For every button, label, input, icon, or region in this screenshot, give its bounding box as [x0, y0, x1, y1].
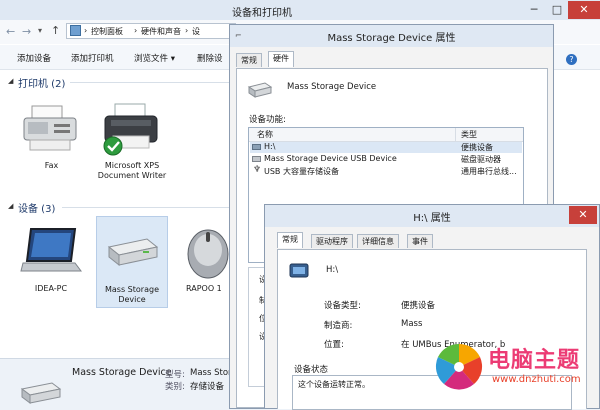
- minimize-button[interactable]: ─: [522, 1, 546, 19]
- props-titlebar: ⌐ Mass Storage Device 属性: [230, 25, 553, 47]
- details-drive-icon: [20, 382, 62, 404]
- functions-label: 设备功能:: [249, 115, 286, 125]
- props-tab-strip: 常规 硬件: [236, 51, 546, 69]
- storage-drive-icon: [107, 238, 159, 267]
- tab-events[interactable]: 事件: [407, 234, 433, 248]
- manufacturer-label: 制造商:: [324, 321, 353, 331]
- portable-device-icon: [289, 263, 309, 278]
- breadcrumb-sep-2: ›: [134, 26, 138, 35]
- xps-printer-device[interactable]: Microsoft XPS Document Writer: [92, 100, 172, 200]
- row-type: 磁盘驱动器: [461, 155, 501, 164]
- device-status-text: 这个设备运转正常。: [298, 380, 370, 389]
- fax-label: Fax: [44, 161, 59, 170]
- default-checkmark-icon: [103, 136, 123, 156]
- row-type: 通用串行总线...: [461, 167, 517, 176]
- add-device-button[interactable]: 添加设备: [17, 52, 51, 64]
- breadcrumb-sep-3: ›: [185, 26, 189, 35]
- details-category-label: 类别:: [165, 382, 185, 392]
- table-row[interactable]: Mass Storage Device USB Device 磁盘驱动器: [250, 154, 522, 165]
- explorer-titlebar: 设备和打印机 ─ □ ✕: [0, 0, 600, 20]
- row-name: USB 大容量存储设备: [264, 167, 339, 176]
- props-title: Mass Storage Device 属性: [327, 33, 456, 44]
- col-type-header[interactable]: 类型: [461, 129, 477, 140]
- idea-pc-device[interactable]: IDEA-PC: [14, 220, 88, 300]
- devices-header[interactable]: 设备 (3): [18, 200, 55, 215]
- breadcrumb-devices[interactable]: 设: [192, 26, 200, 37]
- device-status-label: 设备状态: [294, 365, 329, 375]
- watermark: 电脑主题 www.dnzhuti.com: [432, 338, 600, 409]
- functions-header-row: 名称 类型: [249, 128, 523, 142]
- details-category-value: 存储设备: [190, 382, 225, 392]
- forward-icon[interactable]: →: [22, 25, 31, 38]
- tab-general[interactable]: 常规: [277, 232, 303, 248]
- usb-icon: ♆: [253, 165, 262, 175]
- remove-device-button[interactable]: 删除设: [197, 52, 223, 64]
- row-name: Mass Storage Device USB Device: [264, 154, 397, 163]
- details-model-label: 型号:: [165, 370, 185, 380]
- mass-storage-label: Mass Storage Device: [105, 285, 159, 304]
- laptop-icon: [20, 228, 82, 272]
- add-printer-button[interactable]: 添加打印机: [71, 52, 114, 64]
- browse-files-button[interactable]: 浏览文件 ▾: [134, 52, 175, 64]
- fax-device[interactable]: Fax: [14, 100, 89, 180]
- breadcrumb-sep-1: ›: [84, 26, 88, 35]
- tab-details[interactable]: 详细信息: [357, 234, 399, 248]
- control-panel-icon: [70, 25, 81, 36]
- portable-drive-icon: [252, 144, 261, 150]
- watermark-url: www.dnzhuti.com: [492, 374, 581, 385]
- idea-pc-label: IDEA-PC: [34, 284, 68, 293]
- printers-header[interactable]: 打印机 (2): [18, 75, 65, 90]
- help-icon[interactable]: ?: [566, 54, 577, 65]
- tab-hardware[interactable]: 硬件: [268, 51, 294, 67]
- location-label: 位置:: [324, 340, 344, 350]
- device-type-label: 设备类型:: [324, 301, 361, 311]
- device-type-value: 便携设备: [401, 301, 436, 311]
- close-button[interactable]: ✕: [568, 1, 600, 19]
- fax-icon: [23, 105, 77, 151]
- manufacturer-value: Mass: [401, 319, 423, 329]
- devices-divider: [62, 207, 232, 208]
- mass-storage-device[interactable]: Mass Storage Device: [96, 216, 168, 308]
- breadcrumb-control-panel[interactable]: 控制面板: [91, 26, 123, 37]
- hprops-title: H:\ 属性: [413, 213, 451, 224]
- pinwheel-logo-icon: [435, 343, 483, 390]
- tab-driver[interactable]: 驱动程序: [311, 234, 353, 248]
- back-icon[interactable]: ←: [6, 25, 15, 38]
- col-divider: [455, 128, 456, 141]
- hprops-titlebar: H:\ 属性 ✕: [265, 205, 599, 227]
- tab-general[interactable]: 常规: [236, 53, 262, 67]
- mouse-icon: [187, 229, 229, 279]
- explorer-title: 设备和打印机: [232, 8, 292, 19]
- printers-divider: [70, 82, 230, 83]
- devices-collapse-icon[interactable]: ◢: [8, 202, 13, 210]
- hprops-close-button[interactable]: ✕: [569, 206, 597, 224]
- maximize-button[interactable]: □: [546, 1, 568, 19]
- hprops-tab-strip: 常规 驱动程序 详细信息 事件: [277, 232, 587, 250]
- up-icon[interactable]: ↑: [51, 24, 60, 37]
- details-model-value: Mass Stor: [190, 368, 232, 378]
- xps-label: Microsoft XPS Document Writer: [97, 161, 167, 180]
- row-type: 便携设备: [461, 143, 493, 152]
- recent-dropdown-icon[interactable]: ▾: [38, 26, 42, 35]
- breadcrumb-hardware[interactable]: 硬件和声音: [141, 26, 181, 37]
- address-bar[interactable]: › 控制面板 › 硬件和声音 › 设: [66, 23, 236, 39]
- hprops-name: H:\: [326, 265, 339, 275]
- printers-collapse-icon[interactable]: ◢: [8, 77, 13, 85]
- props-drive-icon: [247, 82, 273, 98]
- props-device-name: Mass Storage Device: [287, 82, 377, 92]
- printer-icon: [103, 103, 158, 156]
- table-row[interactable]: ♆ USB 大容量存储设备 通用串行总线...: [250, 165, 522, 177]
- watermark-brand: 电脑主题: [488, 348, 581, 373]
- row-name: H:\: [264, 142, 276, 151]
- table-row[interactable]: H:\ 便携设备: [250, 142, 522, 153]
- details-device-name: Mass Storage Device: [72, 367, 172, 378]
- disk-drive-icon: [252, 156, 261, 162]
- col-name-header[interactable]: 名称: [257, 129, 273, 140]
